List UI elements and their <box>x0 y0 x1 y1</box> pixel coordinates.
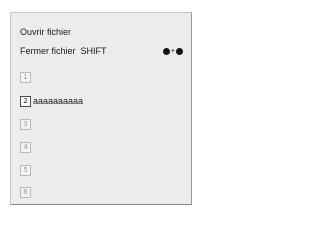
recent-file-3: 3 <box>20 119 33 130</box>
file-menu: Ouvrir fichier Fermer fichier SHIFT + 1 … <box>10 12 192 205</box>
recent-file-2[interactable]: 2 aaaaaaaaaa <box>20 96 83 107</box>
recent-file-label-2: aaaaaaaaaa <box>33 96 84 106</box>
dot-icon <box>162 48 170 55</box>
shortcut-plus: + <box>170 48 175 55</box>
keyboard-shortcut: + <box>162 46 183 57</box>
close-file-label: Fermer fichier SHIFT <box>20 46 107 56</box>
recent-file-5: 5 <box>20 165 33 176</box>
recent-number-2: 2 <box>20 96 31 107</box>
recent-file-6: 6 <box>20 187 33 198</box>
dot-icon <box>176 48 183 55</box>
recent-file-4: 4 <box>20 142 33 153</box>
close-file-menu-item[interactable]: Fermer fichier SHIFT + <box>20 46 183 57</box>
recent-file-1: 1 <box>20 72 33 83</box>
recent-number-3: 3 <box>20 119 31 130</box>
open-file-menu-item[interactable]: Ouvrir fichier <box>20 27 71 38</box>
recent-number-1: 1 <box>20 72 31 83</box>
recent-number-4: 4 <box>20 142 31 153</box>
recent-number-6: 6 <box>20 187 31 198</box>
recent-number-5: 5 <box>20 165 31 176</box>
